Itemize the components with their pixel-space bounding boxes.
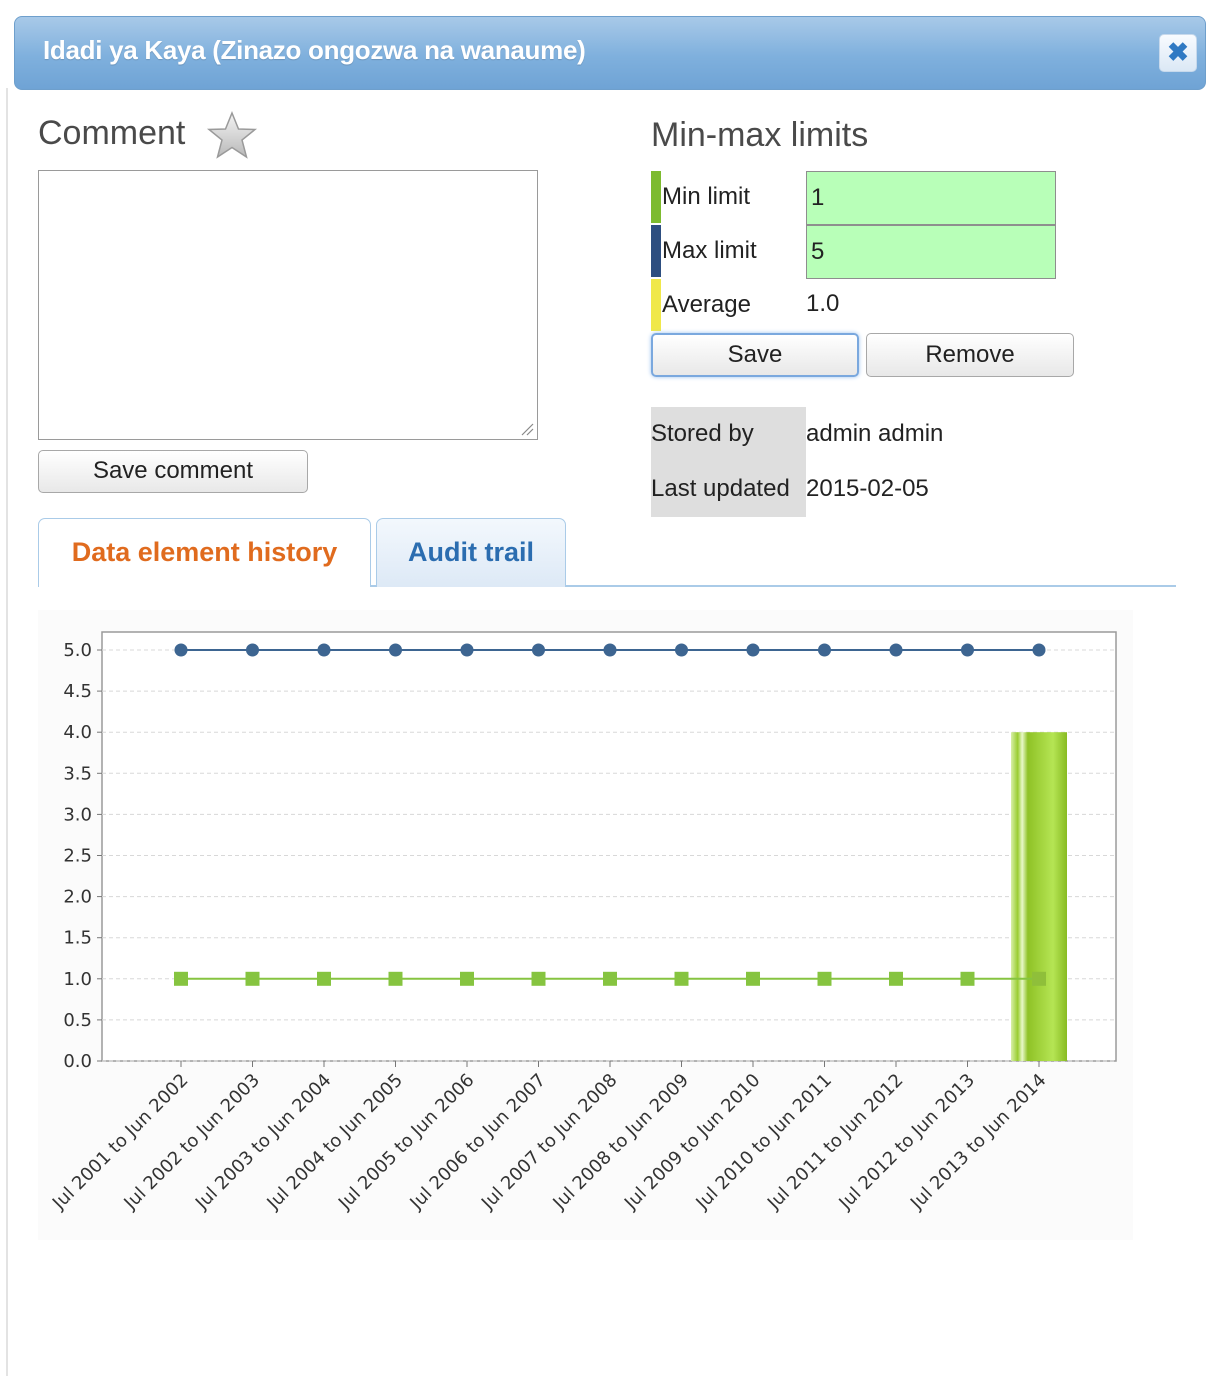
y-tick-label: 1.0 [63, 969, 92, 990]
min-limit-input[interactable]: 1 [806, 171, 1056, 225]
last-updated-label: Last updated [651, 475, 790, 502]
dialog-titlebar[interactable]: Idadi ya Kaya (Zinazo ongozwa na wanaume… [14, 16, 1206, 90]
average-color-bar [651, 279, 661, 331]
tab-data-element-history[interactable]: Data element history [38, 518, 371, 587]
comment-textarea[interactable] [38, 170, 538, 440]
min-limit-label: Min limit [662, 183, 750, 210]
data-point [889, 643, 903, 657]
dialog-title: Idadi ya Kaya (Zinazo ongozwa na wanaume… [43, 35, 586, 65]
average-row: Average [651, 279, 806, 331]
remove-limits-button[interactable]: Remove [866, 333, 1074, 377]
stored-by-value: admin admin [806, 420, 944, 447]
data-point [317, 971, 331, 986]
y-tick-label: 4.0 [63, 722, 92, 743]
data-point [246, 643, 259, 657]
y-tick-label: 0.0 [63, 1051, 92, 1072]
data-point [174, 971, 188, 986]
limits-heading: Min-max limits [651, 116, 869, 154]
plot-area [101, 631, 1117, 1062]
max-limit-label: Max limit [662, 237, 757, 264]
data-point [961, 643, 974, 657]
data-point [746, 643, 760, 657]
min-limit-row: Min limit [651, 171, 806, 223]
star-icon[interactable] [206, 110, 258, 162]
bar [1011, 732, 1067, 1061]
data-point [317, 643, 331, 657]
save-limits-button[interactable]: Save [651, 333, 859, 377]
data-point [817, 971, 832, 986]
data-point [1032, 971, 1046, 986]
y-tick-label: 2.0 [63, 887, 92, 908]
history-chart: 0.00.51.01.52.02.53.03.54.04.55.0Jul 200… [38, 610, 1133, 1240]
max-color-bar [651, 225, 661, 277]
y-tick-label: 5.0 [63, 640, 92, 661]
background-window-edge [6, 88, 8, 1376]
close-button[interactable]: ✖ [1159, 34, 1197, 72]
data-point [460, 971, 474, 986]
average-label: Average [662, 291, 751, 318]
data-point [1032, 643, 1046, 657]
tab-audit-trail[interactable]: Audit trail [376, 518, 566, 587]
data-point [603, 971, 617, 986]
data-point [460, 643, 474, 657]
data-point [960, 971, 975, 986]
data-point [532, 643, 545, 657]
stored-by-label: Stored by [651, 420, 754, 447]
last-updated-value: 2015-02-05 [806, 475, 929, 502]
data-point [746, 971, 760, 986]
y-tick-label: 0.5 [63, 1010, 92, 1031]
close-icon: ✖ [1167, 37, 1189, 67]
save-comment-button[interactable]: Save comment [38, 450, 308, 493]
y-tick-label: 3.5 [63, 763, 92, 784]
data-point [675, 643, 688, 657]
data-point [674, 971, 689, 986]
data-point [245, 971, 260, 986]
y-tick-label: 3.0 [63, 804, 92, 825]
data-point [388, 971, 403, 986]
history-dialog: Idadi ya Kaya (Zinazo ongozwa na wanaume… [10, 10, 1208, 1376]
max-limit-input[interactable]: 5 [806, 225, 1056, 279]
max-limit-row: Max limit [651, 225, 806, 277]
resize-handle-icon[interactable] [520, 422, 534, 436]
data-point [889, 971, 903, 986]
average-value: 1.0 [806, 290, 840, 317]
comment-heading: Comment [38, 114, 186, 152]
y-tick-label: 4.5 [63, 681, 92, 702]
y-tick-label: 2.5 [63, 846, 92, 867]
data-point [531, 971, 546, 986]
data-point [174, 643, 188, 657]
data-point [389, 643, 402, 657]
data-point [603, 643, 617, 657]
min-color-bar [651, 171, 661, 223]
data-point [818, 643, 831, 657]
y-tick-label: 1.5 [63, 928, 92, 949]
